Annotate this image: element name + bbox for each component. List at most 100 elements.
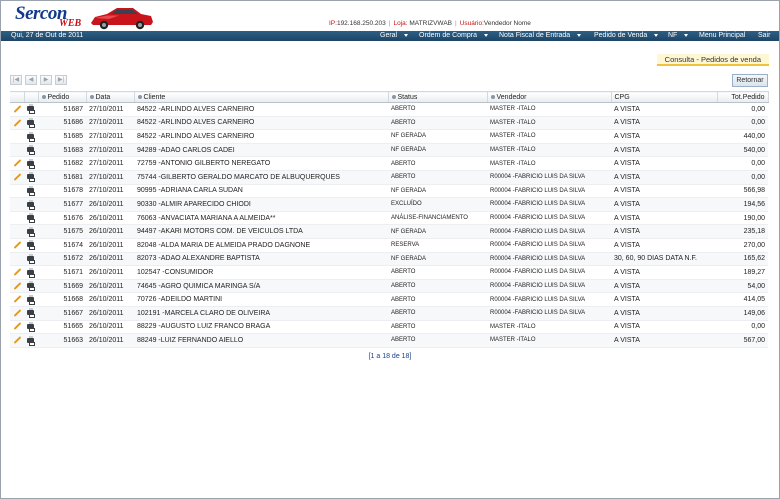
cell-vendedor: MASTER -ITALO — [487, 143, 611, 158]
cell-edit — [10, 129, 24, 144]
cell-print — [24, 156, 38, 171]
printer-icon[interactable] — [27, 172, 35, 183]
cell-pedido: 51686 — [38, 116, 86, 131]
table-row[interactable]: 51671 26/10/2011 102547 -CONSUMIDOR ABERTO R… — [10, 265, 768, 280]
cell-total: 567,00 — [717, 333, 768, 348]
cell-total: 0,00 — [717, 156, 768, 171]
printer-icon[interactable] — [27, 158, 35, 169]
cell-cliente: 94497 -AKARI MOTORS COM. DE VEICULOS LTD… — [134, 224, 388, 239]
cell-total: 235,18 — [717, 224, 768, 239]
column-header-cpg[interactable]: CPG — [611, 91, 718, 103]
printer-icon[interactable] — [27, 145, 35, 156]
header-print — [24, 91, 39, 103]
nav-sair[interactable]: Sair — [758, 32, 770, 39]
printer-icon[interactable] — [27, 321, 35, 332]
column-header-status[interactable]: Status — [388, 91, 488, 103]
cell-pedido: 51671 — [38, 265, 86, 280]
cell-cliente: 94289 -ADAO CARLOS CADEI — [134, 143, 388, 158]
cell-cpg: A VISTA — [611, 156, 717, 171]
table-row[interactable]: 51665 26/10/2011 88229 -AUGUSTO LUIZ FRANC… — [10, 320, 768, 335]
table-row[interactable]: 51681 27/10/2011 75744 -GILBERTO GERALDO M… — [10, 170, 768, 185]
printer-icon[interactable] — [27, 213, 35, 224]
printer-icon[interactable] — [27, 308, 35, 319]
pencil-icon[interactable] — [13, 268, 22, 276]
last-page-icon[interactable]: ▶| — [55, 75, 67, 85]
table-row[interactable]: 51683 27/10/2011 94289 -ADAO CARLOS CADEI N… — [10, 143, 768, 158]
column-header-tot-pedido[interactable]: Tot.Pedido — [717, 91, 769, 103]
printer-icon[interactable] — [27, 253, 35, 264]
printer-icon[interactable] — [27, 131, 35, 142]
cell-vendedor: R00004 -FABRICIO LUIS DA SILVA — [487, 265, 611, 280]
printer-icon[interactable] — [27, 240, 35, 251]
retornar-button[interactable]: Retornar — [732, 74, 768, 87]
cell-print — [24, 292, 38, 307]
prev-page-icon[interactable]: ◀ — [25, 75, 37, 85]
cell-edit — [10, 292, 24, 307]
printer-icon[interactable] — [27, 199, 35, 210]
cell-data: 27/10/2011 — [86, 102, 134, 117]
cell-total: 0,00 — [717, 102, 768, 117]
cell-vendedor: MASTER -ITALO — [487, 102, 611, 117]
column-header-cliente[interactable]: Cliente — [134, 91, 389, 103]
printer-icon[interactable] — [27, 335, 35, 346]
table-row[interactable]: 51686 27/10/2011 84522 -ARLINDO ALVES CARN… — [10, 116, 768, 131]
pencil-icon[interactable] — [13, 159, 22, 168]
first-page-icon[interactable]: |◀ — [10, 75, 22, 85]
sercon-logo[interactable]: Sercon WEB — [15, 4, 95, 30]
nav-ordem-de-compra[interactable]: Ordem de Compra — [419, 32, 488, 39]
printer-icon[interactable] — [27, 294, 35, 305]
cell-print — [24, 265, 38, 280]
pencil-icon[interactable] — [13, 105, 22, 113]
app-header: Sercon WEB IP:192.168.250.203 | Loja: MATR… — [1, 1, 779, 31]
cell-status: NF GERADA — [388, 143, 487, 158]
pencil-icon[interactable] — [13, 173, 22, 181]
table-row[interactable]: 51663 26/10/2011 88249 -LUIZ FERNANDO AIEL… — [10, 333, 768, 348]
cell-cpg: A VISTA — [611, 224, 717, 239]
cell-vendedor: MASTER -ITALO — [487, 116, 611, 131]
cell-print — [24, 197, 38, 212]
cell-data: 26/10/2011 — [86, 306, 134, 321]
pencil-icon[interactable] — [13, 241, 22, 249]
cell-cpg: A VISTA — [611, 238, 717, 253]
table-row[interactable]: 51678 27/10/2011 90995 -ADRIANA CARLA SUDA… — [10, 184, 768, 199]
app-window: Sercon WEB IP:192.168.250.203 | Loja: MATR… — [0, 0, 780, 499]
table-row[interactable]: 51685 27/10/2011 84522 -ARLINDO ALVES CARN… — [10, 129, 768, 144]
column-label: Vendedor — [496, 93, 527, 101]
table-row[interactable]: 51672 26/10/2011 82073 -ADAO ALEXANDRE BAP… — [10, 252, 768, 267]
printer-icon[interactable] — [27, 186, 35, 197]
nav-geral[interactable]: Geral — [380, 32, 409, 39]
column-header-vendedor[interactable]: Vendedor — [487, 91, 612, 103]
nav-pedido-de-venda[interactable]: Pedido de Venda — [594, 32, 659, 39]
cell-vendedor: R00004 -FABRICIO LUIS DA SILVA — [487, 211, 611, 226]
next-page-icon[interactable]: ▶ — [40, 75, 52, 85]
column-header-pedido[interactable]: Pedido — [38, 91, 87, 103]
pencil-icon[interactable] — [13, 118, 22, 127]
pencil-icon[interactable] — [13, 336, 22, 344]
table-row[interactable]: 51669 26/10/2011 74645 -AGRO QUIMICA MARIN… — [10, 279, 768, 294]
column-header-data[interactable]: Data — [86, 91, 135, 103]
cell-pedido: 51667 — [38, 306, 86, 321]
table-row[interactable]: 51675 26/10/2011 94497 -AKARI MOTORS COM. … — [10, 224, 768, 239]
cell-data: 27/10/2011 — [86, 116, 134, 131]
pencil-icon[interactable] — [13, 308, 22, 317]
printer-icon[interactable] — [27, 104, 35, 115]
table-row[interactable]: 51676 26/10/2011 76063 -ANVACIATA MARIANA … — [10, 211, 768, 226]
nav-nf[interactable]: NF — [668, 32, 689, 39]
pencil-icon[interactable] — [13, 295, 22, 304]
pencil-icon[interactable] — [13, 281, 22, 290]
cell-pedido: 51672 — [38, 252, 86, 267]
table-row[interactable]: 51682 27/10/2011 72759 -ANTONIO GILBERTO N… — [10, 156, 768, 171]
table-row[interactable]: 51677 26/10/2011 90330 -ALMIR APARECIDO CH… — [10, 197, 768, 212]
printer-icon[interactable] — [27, 267, 35, 278]
table-row[interactable]: 51668 26/10/2011 70726 -ADEILDO MARTINI ABE… — [10, 292, 768, 307]
nav-nota-fiscal-de-entrada[interactable]: Nota Fiscal de Entrada — [499, 32, 582, 39]
printer-icon[interactable] — [27, 281, 35, 292]
table-row[interactable]: 51687 27/10/2011 84522 -ARLINDO ALVES CARN… — [10, 102, 768, 117]
cell-status: ABERTO — [388, 333, 487, 348]
printer-icon[interactable] — [27, 118, 35, 129]
table-row[interactable]: 51674 26/10/2011 82048 -ALDA MARIA DE ALME… — [10, 238, 768, 253]
nav-menu-principal[interactable]: Menu Principal — [699, 32, 745, 39]
table-row[interactable]: 51667 26/10/2011 102191 -MARCELA CLARO DE … — [10, 306, 768, 321]
printer-icon[interactable] — [27, 226, 35, 237]
pencil-icon[interactable] — [13, 322, 22, 331]
